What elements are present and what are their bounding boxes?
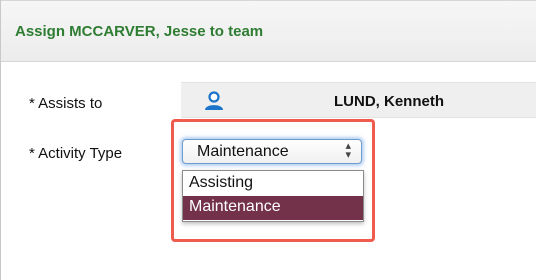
activity-type-label: * Activity Type	[29, 145, 123, 162]
activity-type-dropdown: Assisting Maintenance	[182, 170, 364, 222]
option-assisting[interactable]: Assisting	[183, 172, 363, 196]
activity-type-selected-value: Maintenance	[197, 143, 289, 160]
activity-type-select[interactable]: Maintenance ▴ ▾	[182, 139, 362, 164]
assists-to-name: LUND, Kenneth	[334, 93, 444, 110]
dialog-header: Assign MCCARVER, Jesse to team	[1, 0, 536, 62]
dialog-title: Assign MCCARVER, Jesse to team	[15, 23, 264, 40]
up-down-arrows-icon: ▴ ▾	[345, 140, 351, 161]
assists-to-label: * Assists to	[29, 95, 103, 112]
option-maintenance[interactable]: Maintenance	[183, 196, 363, 220]
person-icon	[203, 91, 225, 111]
assign-team-dialog: Assign MCCARVER, Jesse to team * Assists…	[0, 0, 536, 280]
